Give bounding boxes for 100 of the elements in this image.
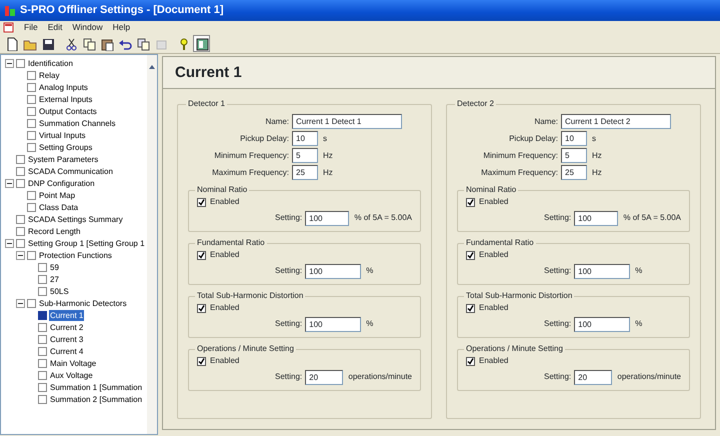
tree-item[interactable]: External Inputs	[38, 94, 94, 104]
checkbox[interactable]	[38, 394, 47, 404]
tree-item[interactable]: Relay	[38, 70, 60, 80]
tree-item[interactable]: Output Contacts	[38, 106, 98, 116]
input-field[interactable]: 20	[574, 370, 612, 384]
checkbox[interactable]	[16, 214, 25, 224]
tree-item[interactable]: Current 2	[49, 322, 84, 332]
checkbox[interactable]	[466, 198, 475, 206]
tree-item[interactable]: 59	[49, 262, 60, 272]
input-field[interactable]: Current 1 Detect 1	[292, 114, 402, 129]
toolbar-button[interactable]	[193, 35, 210, 52]
tree-item[interactable]: Summation 2 [Summation	[49, 394, 144, 404]
checkbox[interactable]	[16, 166, 25, 176]
tree-item[interactable]: 50LS	[49, 286, 70, 296]
checkbox[interactable]	[16, 178, 25, 188]
tree-item[interactable]: Main Voltage	[49, 358, 98, 368]
checkbox[interactable]	[27, 250, 36, 260]
tree-item[interactable]: System Parameters	[27, 154, 100, 164]
checkbox[interactable]	[38, 262, 47, 272]
tree-item[interactable]: Point Map	[38, 190, 76, 200]
checkbox[interactable]	[38, 334, 47, 344]
checkbox-label[interactable]: Enabled	[479, 196, 508, 208]
checkbox[interactable]	[466, 250, 475, 260]
checkbox[interactable]	[16, 226, 25, 236]
checkbox[interactable]	[27, 94, 36, 104]
checkbox-label[interactable]: Enabled	[210, 249, 240, 261]
checkbox[interactable]	[38, 370, 47, 380]
checkbox[interactable]	[16, 154, 25, 164]
tree-item[interactable]: Virtual Inputs	[38, 130, 87, 140]
tree-item[interactable]: Current 3	[49, 334, 84, 344]
menu-item[interactable]: Edit	[48, 21, 62, 34]
input-field[interactable]: 20	[305, 370, 344, 384]
collapse-icon[interactable]	[16, 298, 25, 308]
input-field[interactable]: 100	[305, 316, 362, 332]
checkbox[interactable]	[27, 70, 36, 80]
checkbox[interactable]	[27, 142, 36, 152]
checkbox[interactable]	[38, 358, 47, 368]
checkbox[interactable]	[16, 58, 25, 68]
checkbox-label[interactable]: Enabled	[210, 302, 240, 314]
collapse-icon[interactable]	[16, 250, 25, 260]
input-field[interactable]: 5	[292, 148, 318, 163]
tree-item[interactable]: Protection Functions	[38, 250, 113, 260]
tree-item[interactable]: Current 1	[49, 310, 84, 320]
collapse-icon[interactable]	[5, 238, 14, 248]
input-field[interactable]: 25	[561, 165, 587, 180]
checkbox-label[interactable]: Enabled	[479, 355, 508, 367]
checkbox[interactable]	[197, 304, 206, 312]
tree-item[interactable]: DNP Configuration	[27, 178, 96, 188]
input-field[interactable]: 100	[574, 210, 618, 226]
checkbox[interactable]	[27, 130, 36, 140]
tree-item[interactable]: Analog Inputs	[38, 82, 89, 92]
tree-item[interactable]: Summation Channels	[38, 118, 116, 128]
tree-item[interactable]: Class Data	[38, 202, 80, 212]
tree-item[interactable]: Current 4	[49, 346, 84, 356]
tree-item[interactable]: Setting Groups	[38, 142, 94, 152]
input-field[interactable]: 100	[574, 264, 630, 278]
checkbox-label[interactable]: Enabled	[210, 196, 240, 208]
checkbox[interactable]	[197, 198, 206, 206]
menu-item[interactable]: Help	[112, 21, 130, 34]
checkbox[interactable]	[27, 82, 36, 92]
input-field[interactable]: 100	[305, 210, 350, 226]
checkbox[interactable]	[27, 202, 36, 212]
collapse-icon[interactable]	[5, 178, 14, 188]
tree-item[interactable]: Setting Group 1 [Setting Group 1	[27, 238, 146, 248]
tree-item[interactable]: SCADA Settings Summary	[27, 214, 124, 224]
checkbox-label[interactable]: Enabled	[479, 249, 508, 261]
tree-item[interactable]: Aux Voltage	[49, 370, 94, 380]
checkbox[interactable]	[38, 274, 47, 284]
tree-item[interactable]: Summation 1 [Summation	[49, 382, 144, 392]
checkbox[interactable]	[27, 298, 36, 308]
input-field[interactable]: 10	[561, 131, 587, 146]
input-field[interactable]: 25	[292, 165, 318, 180]
tree-item[interactable]: Identification	[27, 58, 74, 68]
checkbox[interactable]	[27, 106, 36, 116]
input-field[interactable]: 10	[292, 131, 318, 146]
collapse-icon[interactable]	[5, 58, 14, 68]
tree-item[interactable]: Sub-Harmonic Detectors	[38, 298, 128, 308]
menu-item[interactable]: Window	[72, 21, 103, 34]
checkbox[interactable]	[27, 118, 36, 128]
checkbox[interactable]	[38, 286, 47, 296]
checkbox[interactable]	[38, 310, 47, 320]
checkbox[interactable]	[197, 250, 206, 260]
menu-item[interactable]: File	[24, 21, 38, 34]
input-field[interactable]: 100	[574, 316, 630, 332]
checkbox[interactable]	[38, 322, 47, 332]
checkbox[interactable]	[27, 190, 36, 200]
checkbox[interactable]	[197, 356, 206, 366]
checkbox-label[interactable]: Enabled	[210, 355, 240, 367]
input-field[interactable]: 100	[305, 264, 362, 278]
checkbox[interactable]	[16, 238, 25, 248]
tree-item[interactable]: SCADA Communication	[27, 166, 114, 176]
input-field[interactable]: Current 1 Detect 2	[561, 114, 671, 129]
input-field[interactable]: 5	[561, 148, 587, 163]
tree-item[interactable]: Record Length	[27, 226, 82, 236]
checkbox[interactable]	[466, 356, 475, 366]
tree-item[interactable]: 27	[49, 274, 60, 284]
scrollbar[interactable]	[147, 55, 157, 434]
checkbox[interactable]	[38, 346, 47, 356]
checkbox[interactable]	[38, 382, 47, 392]
scroll-up-icon[interactable]	[147, 62, 157, 71]
